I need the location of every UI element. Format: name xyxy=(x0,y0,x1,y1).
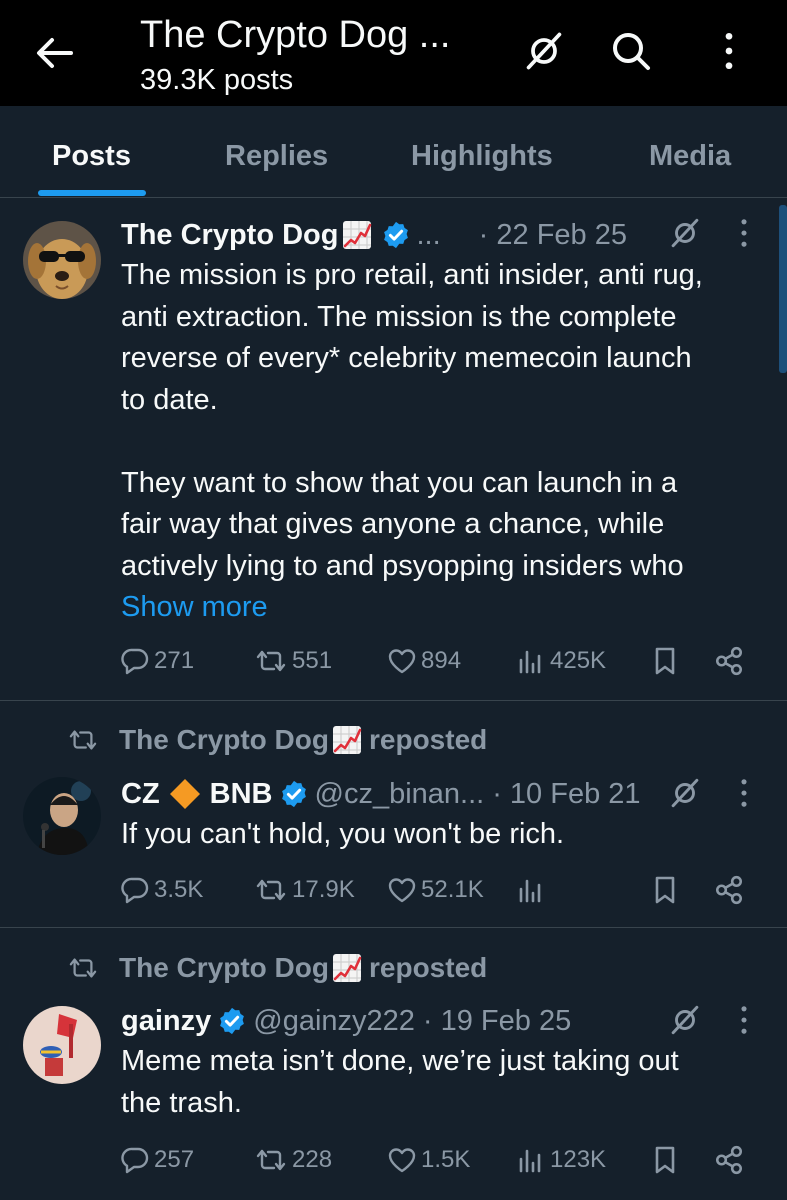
repost-indicator: The Crypto Dog reposted xyxy=(66,948,487,988)
grok-icon[interactable] xyxy=(668,1003,702,1037)
profile-tabs: Posts Replies Highlights Media xyxy=(0,106,787,198)
share-icon xyxy=(713,1144,745,1176)
active-tab-indicator xyxy=(38,190,146,196)
tab-replies[interactable]: Replies xyxy=(225,140,328,173)
avatar[interactable] xyxy=(23,1006,101,1084)
views-button[interactable]: 123K xyxy=(516,1142,606,1178)
views-button[interactable]: 425K xyxy=(516,643,606,679)
reply-count: 257 xyxy=(154,1146,195,1173)
grok-icon[interactable] xyxy=(668,216,702,250)
share-icon xyxy=(713,874,745,906)
repost-button[interactable]: 551 xyxy=(254,643,332,679)
author-name-suffix[interactable]: BNB xyxy=(210,778,273,811)
like-button[interactable]: 894 xyxy=(387,643,461,679)
repost-count: 228 xyxy=(292,1146,333,1173)
like-button[interactable]: 1.5K xyxy=(387,1142,470,1178)
back-arrow-icon[interactable] xyxy=(30,28,80,78)
author-handle[interactable]: @gainzy222 xyxy=(253,1005,415,1038)
share-icon xyxy=(713,645,745,677)
bookmark-button[interactable] xyxy=(650,643,684,679)
reply-button[interactable]: 257 xyxy=(120,1142,194,1178)
repost-button[interactable]: 17.9K xyxy=(254,872,355,908)
grok-icon[interactable] xyxy=(668,776,702,810)
more-vertical-icon[interactable] xyxy=(739,1004,749,1036)
bookmark-icon xyxy=(650,646,680,676)
more-vertical-icon[interactable] xyxy=(739,777,749,809)
post-text: The mission is pro retail, anti insider,… xyxy=(121,255,771,629)
verified-badge-icon xyxy=(279,779,309,809)
post-date[interactable]: · 10 Feb 21 xyxy=(492,778,640,811)
repost-count: 17.9K xyxy=(292,876,355,903)
post-item[interactable]: The Crypto Dog ... · 22 Feb 25 The missi… xyxy=(0,199,787,701)
view-count: 123K xyxy=(550,1146,607,1173)
share-button[interactable] xyxy=(713,1142,749,1178)
views-button[interactable] xyxy=(516,872,550,908)
post-item[interactable]: The Crypto Dog reposted CZ BNB @cz_binan… xyxy=(0,702,787,928)
author-name[interactable]: The Crypto Dog xyxy=(121,219,339,252)
like-button[interactable]: 52.1K xyxy=(387,872,484,908)
avatar[interactable] xyxy=(23,221,101,299)
repost-indicator: The Crypto Dog reposted xyxy=(66,720,487,760)
post-date[interactable]: · 22 Feb 25 xyxy=(479,219,627,252)
author-handle[interactable]: @cz_binan... xyxy=(315,778,485,811)
tab-highlights[interactable]: Highlights xyxy=(411,140,553,173)
chart-increasing-icon xyxy=(342,220,372,250)
reply-button[interactable]: 3.5K xyxy=(120,872,203,908)
post-text: Meme meta isn’t done, we’re just taking … xyxy=(121,1045,679,1119)
verified-badge-icon xyxy=(381,220,411,250)
show-more-link[interactable]: Show more xyxy=(121,587,771,629)
author-name[interactable]: CZ xyxy=(121,778,160,811)
share-button[interactable] xyxy=(713,872,749,908)
author-name[interactable]: gainzy xyxy=(121,1005,211,1038)
repost-icon xyxy=(66,726,100,754)
tab-posts[interactable]: Posts xyxy=(52,140,131,173)
post-item[interactable]: The Crypto Dog reposted gainzy @gainzy22… xyxy=(0,929,787,1200)
view-count: 425K xyxy=(550,647,607,674)
profile-title: The Crypto Dog ... xyxy=(140,14,451,56)
bookmark-button[interactable] xyxy=(650,1142,684,1178)
bookmark-icon xyxy=(650,1145,680,1175)
like-count: 1.5K xyxy=(421,1146,471,1173)
like-count: 894 xyxy=(421,647,462,674)
search-icon[interactable] xyxy=(604,24,658,78)
author-handle[interactable]: ... xyxy=(417,219,441,252)
share-button[interactable] xyxy=(713,643,749,679)
top-app-bar: The Crypto Dog ... 39.3K posts xyxy=(0,0,787,106)
chart-increasing-icon xyxy=(332,953,362,983)
tab-media[interactable]: Media xyxy=(649,140,731,173)
reply-count: 271 xyxy=(154,647,195,674)
chart-increasing-icon xyxy=(332,725,362,755)
verified-badge-icon xyxy=(217,1006,247,1036)
reply-button[interactable]: 271 xyxy=(120,643,194,679)
diamond-icon xyxy=(169,779,200,809)
like-count: 52.1K xyxy=(421,876,484,903)
grok-icon[interactable] xyxy=(517,24,571,78)
more-vertical-icon[interactable] xyxy=(702,24,756,78)
post-text: If you can't hold, you won't be rich. xyxy=(121,818,565,850)
post-count: 39.3K posts xyxy=(140,64,294,96)
repost-icon xyxy=(66,954,100,982)
avatar[interactable] xyxy=(23,777,101,855)
more-vertical-icon[interactable] xyxy=(739,217,749,249)
repost-count: 551 xyxy=(292,647,333,674)
reply-count: 3.5K xyxy=(154,876,204,903)
bookmark-button[interactable] xyxy=(650,872,684,908)
repost-button[interactable]: 228 xyxy=(254,1142,332,1178)
post-date[interactable]: · 19 Feb 25 xyxy=(423,1005,571,1038)
bookmark-icon xyxy=(650,875,680,905)
